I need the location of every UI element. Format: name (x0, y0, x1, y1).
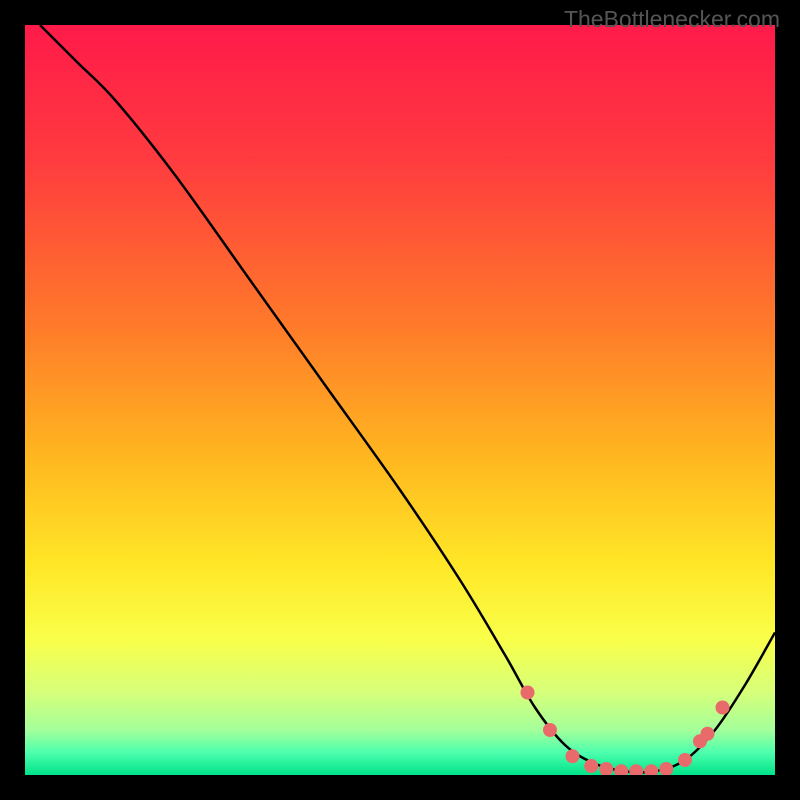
watermark-text: TheBottlenecker.com (564, 6, 780, 33)
data-marker (599, 762, 613, 775)
chart-container (25, 25, 775, 775)
data-marker (644, 764, 658, 775)
data-marker (701, 727, 715, 741)
data-marker (543, 723, 557, 737)
data-marker (521, 686, 535, 700)
chart-curve (25, 25, 775, 775)
data-marker (716, 701, 730, 715)
data-marker (678, 753, 692, 767)
data-marker (584, 759, 598, 773)
data-marker (566, 749, 580, 763)
data-marker (629, 764, 643, 775)
data-marker (614, 764, 628, 775)
data-marker (659, 762, 673, 775)
